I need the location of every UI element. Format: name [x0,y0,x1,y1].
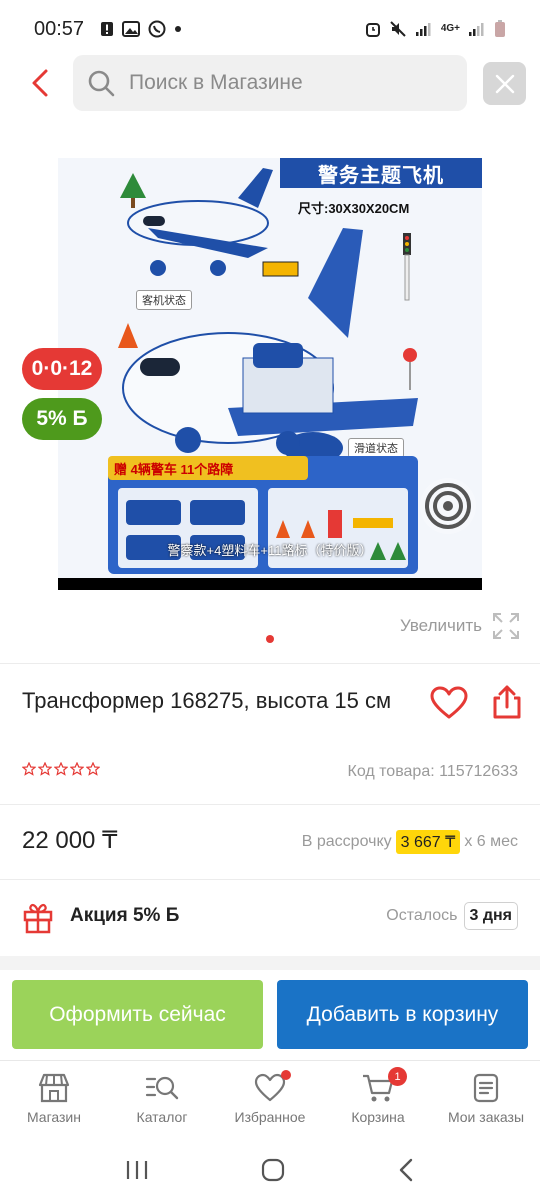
remaining-label: Осталось [386,907,458,924]
image-bonus-art [118,488,408,568]
status-bar: 00:57 4G+ [0,0,540,58]
nav-item-catalog[interactable]: Каталог [108,1061,216,1140]
search-placeholder: Поиск в Магазине [129,71,303,94]
network-type: 4G+ [440,23,460,34]
back-nav-icon[interactable] [397,1157,415,1183]
product-sku: Код товара: 115712633 [347,763,519,780]
search-row: Поиск в Магазине [0,55,540,111]
expand-icon [493,613,519,639]
divider [0,663,540,664]
image-label-slide: 滑道状态 [348,438,404,458]
orders-icon [473,1073,499,1103]
image-label-passenger: 客机状态 [136,290,192,310]
nav-label-shop: Магазин [26,1109,81,1125]
image-title: 警务主题飞机 [280,158,482,188]
installment-prefix: В рассрочку [301,833,392,850]
star-empty-icon [54,762,68,776]
rating-stars [22,762,100,776]
product-price: 22 000 ₸ [22,827,118,854]
zoom-button[interactable]: Увеличить [400,612,520,640]
search-input[interactable]: Поиск в Магазине [73,55,467,111]
zoom-label: Увеличить [400,616,482,635]
image-bonus-title: 赠 4辆警车 11个路障 [108,456,308,480]
installment-info[interactable]: В рассрочку 3 667 ₸ х 6 мес [302,830,518,854]
alert-icon [100,21,114,37]
divider [0,804,540,805]
nav-item-shop[interactable]: Магазин [0,1061,108,1140]
catalog-search-icon [145,1076,179,1100]
status-time: 00:57 [34,17,85,40]
nav-label-catalog: Каталог [136,1109,188,1125]
cart-count-badge: 1 [388,1067,407,1086]
search-icon [88,70,115,97]
product-image[interactable]: 警务主题飞机 尺寸:30X30X20CM 客机状态 滑道状态 赠 4辆警车 11… [58,158,482,590]
remaining-days: 3 дня [463,902,518,930]
installment-suffix: х 6 мес [464,833,518,850]
battery-icon [494,20,506,38]
status-left: 00:57 [34,18,182,41]
recent-apps-icon[interactable] [125,1159,149,1181]
section-separator [0,956,540,970]
share-button[interactable] [492,684,522,725]
installment-amount: 3 667 ₸ [395,830,461,854]
star-empty-icon [70,762,84,776]
star-empty-icon [86,762,100,776]
whatsapp-icon [148,20,166,38]
divider [0,879,540,880]
image-size: 尺寸:30X30X20CM [298,201,410,216]
image-bottom-band [58,578,482,590]
share-icon [493,685,521,719]
star-empty-icon [38,762,52,776]
heart-icon [430,686,468,719]
back-button[interactable] [24,67,56,99]
favorite-button[interactable] [430,686,468,725]
chevron-left-icon [32,69,48,97]
add-to-cart-button[interactable]: Добавить в корзину [277,980,528,1049]
clear-search-button[interactable] [483,62,526,105]
timer-badge: 0·0·12 [22,348,102,390]
bottom-nav: Магазин Каталог Избранное 1 Корзина Мои … [0,1060,540,1140]
bonus-badge: 5% Б [22,398,102,440]
nav-label-cart: Корзина [351,1109,405,1125]
system-nav-bar [0,1140,540,1200]
nav-label-favorites: Избранное [234,1109,306,1125]
view-360-button[interactable] [420,478,476,534]
dot-icon [174,25,182,33]
carousel-indicator [266,635,274,643]
home-icon[interactable] [260,1157,286,1183]
notification-dot [281,1070,291,1080]
signal-icon [415,21,433,37]
image-icon [122,21,141,37]
image-caption: 警察款+4塑料车+11路标（特价版） [167,543,373,558]
nav-item-orders[interactable]: Мои заказы [432,1061,540,1140]
target-icon [425,483,471,529]
status-right: 4G+ [365,20,506,38]
nav-item-cart[interactable]: 1 Корзина [324,1061,432,1140]
gift-icon [22,900,54,939]
promo-remaining: Осталось 3 дня [386,902,518,930]
promo-label: Акция 5% Б [70,905,180,926]
alarm-icon [365,21,381,37]
mute-icon [389,20,407,38]
shop-icon [38,1073,70,1103]
signal-icon [468,21,486,37]
product-title: Трансформер 168275, высота 15 см [22,688,392,713]
star-empty-icon [22,762,36,776]
close-icon [495,74,514,93]
buy-now-button[interactable]: Оформить сейчас [12,980,263,1049]
nav-item-favorites[interactable]: Избранное [216,1061,324,1140]
nav-label-orders: Мои заказы [447,1109,525,1125]
